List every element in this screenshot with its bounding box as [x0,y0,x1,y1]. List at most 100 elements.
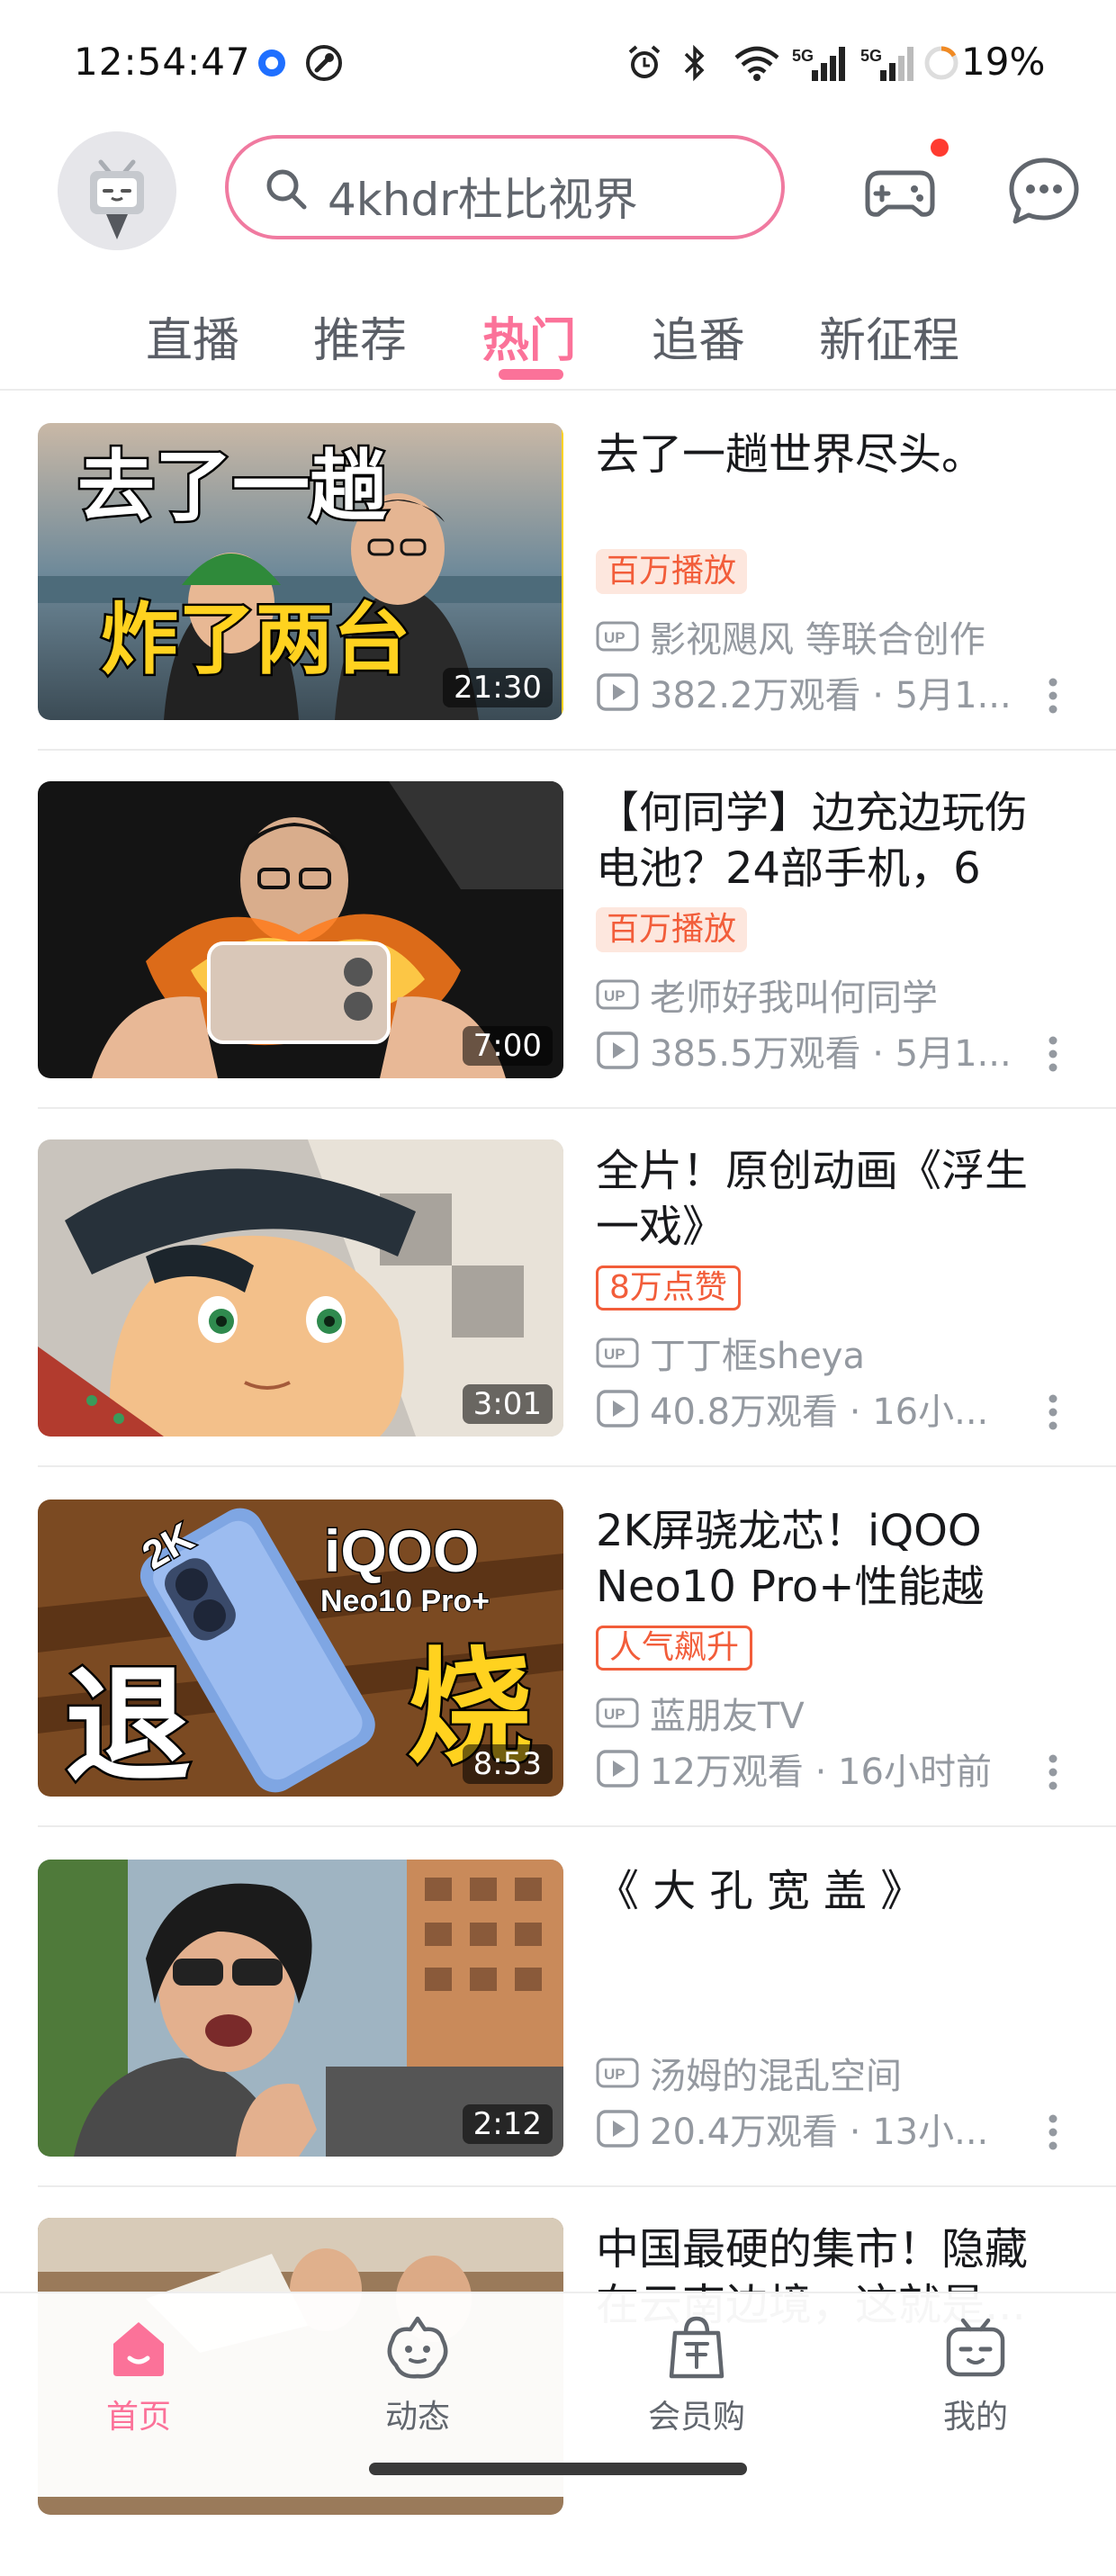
status-time: 12:54:47 [74,40,251,84]
nav-shop-label: 会员购 [647,2399,745,2436]
tab-anime[interactable]: 追番 [652,302,745,370]
video-title[interactable]: 2K屏骁龙芯！iQOO Neo10 Pro+性能越级... [596,1503,1055,1615]
video-duration: 7:00 [462,1026,553,1066]
dynamic-icon [387,2316,448,2379]
message-icon[interactable] [1006,153,1082,229]
divider [0,389,1116,391]
more-options-icon[interactable] [1046,1392,1060,1433]
shopping-bag-icon [669,2316,724,2379]
search-input[interactable]: 4khdr杜比视界 [328,164,638,229]
video-title[interactable]: 【何同学】边充边玩伤电池？24部手机，6个... [596,785,1055,896]
svg-text:UP: UP [604,2066,626,2083]
video-thumbnail[interactable]: 7:00 [38,781,563,1078]
svg-text:退: 退 [65,1653,191,1797]
divider [38,1465,1116,1467]
view-count: 20.4万观看 · 13小... [650,2112,989,2153]
nav-home[interactable]: 首页 [67,2313,211,2457]
play-count-icon [597,1390,638,1428]
uploader-row: UP 丁丁框sheya [596,1330,865,1377]
views-row: 382.2万观看 · 5月1... [596,670,1012,716]
views-row: 40.8万观看 · 16小... [596,1386,988,1433]
more-options-icon[interactable] [1046,675,1060,716]
tab-indicator [499,369,563,380]
video-thumbnail[interactable]: 去了一趟 炸了两台 21:30 [38,423,563,720]
uploader-name[interactable]: 汤姆的混乱空间 [650,2047,902,2099]
battery-percent: 19% [961,40,1046,84]
uploader-name[interactable]: 蓝朋友TV [650,1687,805,1739]
divider [38,1107,1116,1109]
nav-home-label: 首页 [105,2399,171,2436]
divider [38,2185,1116,2187]
search-icon [266,169,307,210]
uploader-name[interactable]: 影视飓风 等联合创作 [650,610,986,662]
view-count: 40.8万观看 · 16小... [650,1392,989,1433]
home-icon [113,2322,164,2376]
svg-text:UP: UP [604,629,626,646]
view-count: 382.2万观看 · 5月1... [650,675,1012,716]
video-title[interactable]: 去了一趟世界尽头。 [596,427,1055,482]
nav-mine[interactable]: 我的 [904,2313,1048,2457]
uploader-row: UP 蓝朋友TV [596,1690,805,1737]
video-thumbnail[interactable]: 2:12 [38,1860,563,2157]
video-thumbnail[interactable]: iQOO Neo10 Pro+ 2K 退 烧 8:53 [38,1500,563,1797]
nav-dynamic[interactable]: 动态 [346,2313,490,2457]
bluetooth-icon [684,44,705,82]
tab-popular[interactable]: 热门 [482,302,576,370]
nav-mine-label: 我的 [942,2399,1008,2436]
svg-text:去了一趟: 去了一趟 [77,442,387,532]
video-title[interactable]: 《 大 孔 宽 盖 》 [596,1863,1055,1919]
tab-new-journey[interactable]: 新征程 [819,302,959,370]
video-badge: 人气飙升 [596,1626,753,1671]
views-row: 385.5万观看 · 5月1... [596,1028,1012,1075]
svg-text:Neo10 Pro+: Neo10 Pro+ [320,1584,490,1618]
more-options-icon[interactable] [1046,1033,1060,1075]
tab-live[interactable]: 直播 [146,302,239,370]
play-count-icon [597,673,638,711]
video-badge: 8万点赞 [596,1265,741,1311]
video-duration: 8:53 [462,1744,553,1784]
views-row: 20.4万观看 · 13小... [596,2106,988,2153]
signal-5g-icon: 5G [860,47,914,81]
divider [38,749,1116,751]
up-icon: UP [596,1338,639,1368]
alarm-icon [628,45,661,78]
svg-text:iQOO: iQOO [324,1518,479,1584]
svg-text:5G: 5G [860,47,882,65]
views-row: 12万观看 · 16小时前 [596,1746,992,1793]
video-badge: 百万播放 [596,549,748,594]
divider [38,1825,1116,1827]
video-card[interactable]: 3:01 全片！原创动画《浮生一戏》 8万点赞 UP 丁丁框sheya 40.8… [0,1139,1116,1498]
video-card[interactable]: iQOO Neo10 Pro+ 2K 退 烧 8:53 2K屏骁龙芯！iQOO … [0,1500,1116,1858]
play-count-icon [597,1031,638,1069]
more-options-icon[interactable] [1046,1752,1060,1793]
more-options-icon[interactable] [1046,2112,1060,2153]
tab-recommend[interactable]: 推荐 [313,302,407,370]
wifi-icon [734,46,779,81]
uploader-name[interactable]: 老师好我叫何同学 [650,968,938,1021]
notification-dot [931,139,949,157]
bilibili-tv-avatar-icon [58,131,176,250]
wrench-icon [306,45,342,81]
uploader-row: UP 老师好我叫何同学 [596,972,938,1019]
tv-profile-icon [946,2318,1005,2377]
video-card[interactable]: 去了一趟 炸了两台 21:30 去了一趟世界尽头。 百万播放 UP 影视飓风 等… [0,423,1116,781]
svg-text:UP: UP [604,1346,626,1363]
svg-text:5G: 5G [792,47,814,65]
uploader-row: UP 汤姆的混乱空间 [596,2050,902,2097]
game-controller-icon[interactable] [862,153,938,229]
home-indicator-bar[interactable] [369,2463,747,2475]
up-icon: UP [596,1698,639,1728]
video-title[interactable]: 全片！原创动画《浮生一戏》 [596,1143,1055,1255]
video-thumbnail[interactable]: 3:01 [38,1139,563,1437]
signal-5g-icon: 5G [792,47,845,81]
up-icon: UP [596,621,639,652]
search-bar[interactable]: 4khdr杜比视界 [225,135,785,239]
video-card[interactable]: 7:00 【何同学】边充边玩伤电池？24部手机，6个... 百万播放 UP 老师… [0,781,1116,1139]
nav-dynamic-label: 动态 [384,2399,450,2436]
play-count-icon [597,1750,638,1788]
uploader-name[interactable]: 丁丁框sheya [650,1327,865,1379]
nav-shop[interactable]: 会员购 [625,2313,769,2457]
avatar[interactable] [58,131,176,250]
app-notification-icon [258,50,285,77]
video-card[interactable]: 2:12 《 大 孔 宽 盖 》 UP 汤姆的混乱空间 20.4万观看 · 13… [0,1860,1116,2218]
